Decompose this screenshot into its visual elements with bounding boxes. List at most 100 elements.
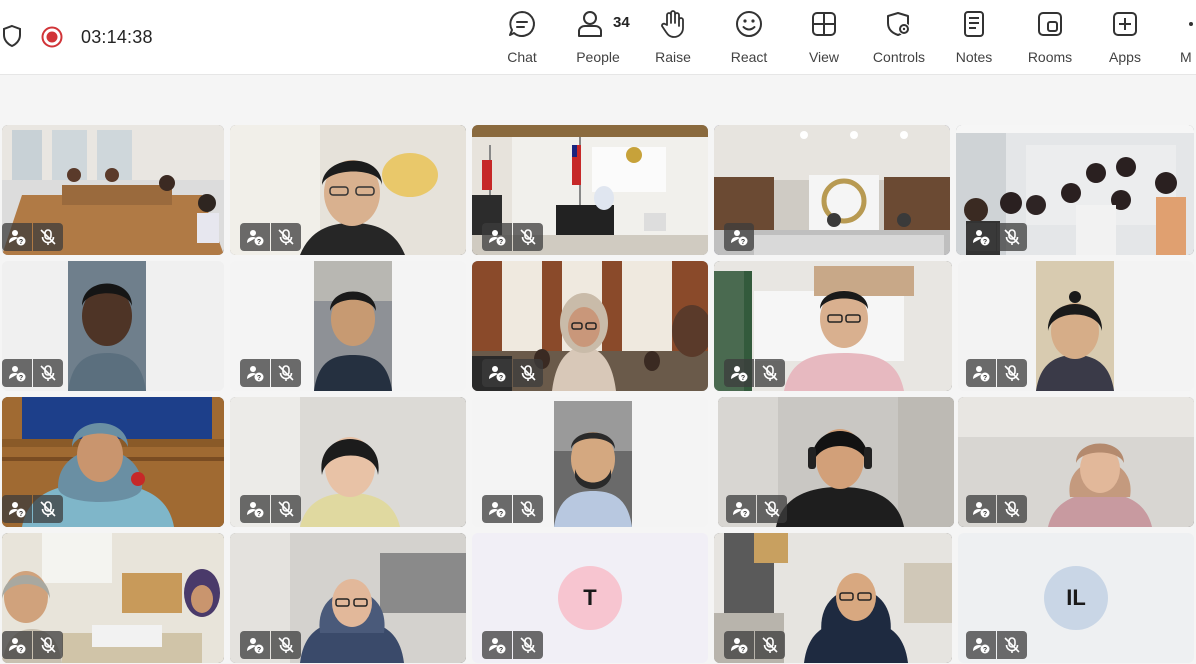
participant-tile[interactable]: ?: [956, 125, 1194, 255]
gear-shield-icon: [883, 8, 915, 40]
svg-text:?: ?: [257, 375, 261, 382]
mic-off-icon: [513, 223, 543, 251]
tile-status-badges: ?: [482, 495, 543, 523]
participant-tile[interactable]: ?: [2, 261, 224, 391]
person-question-icon: ?: [482, 631, 512, 659]
notes-button[interactable]: Notes: [953, 6, 995, 68]
tile-status-badges: ?: [966, 359, 1027, 387]
person-question-icon: ?: [966, 359, 996, 387]
mic-off-icon: [271, 495, 301, 523]
person-question-icon: ?: [724, 631, 754, 659]
people-button[interactable]: 34 People: [572, 6, 630, 68]
participant-tile[interactable]: ?: [714, 261, 952, 391]
mic-off-icon: [997, 631, 1027, 659]
tile-status-badges: ?: [726, 495, 787, 523]
mic-off-icon: [757, 495, 787, 523]
svg-text:?: ?: [741, 375, 745, 382]
tile-status-badges: ?: [966, 495, 1027, 523]
mic-off-icon: [513, 495, 543, 523]
mic-off-icon: [33, 223, 63, 251]
person-question-icon: ?: [240, 359, 270, 387]
shield-icon[interactable]: [2, 24, 22, 48]
apps-label: Apps: [1109, 49, 1141, 65]
tile-status-badges: ?: [240, 631, 301, 659]
rooms-button[interactable]: Rooms: [1026, 6, 1074, 68]
svg-text:?: ?: [19, 647, 23, 654]
participant-tile[interactable]: ?: [2, 125, 224, 255]
tile-status-badges: ?: [482, 359, 543, 387]
participant-tile[interactable]: ?: [472, 397, 708, 527]
participant-tile[interactable]: ?: [2, 397, 224, 527]
person-question-icon: ?: [482, 359, 512, 387]
tile-status-badges: ?: [966, 223, 1027, 251]
tile-status-badges: ?: [240, 495, 301, 523]
tile-status-badges: ?: [240, 359, 301, 387]
svg-text:?: ?: [983, 647, 987, 654]
svg-text:?: ?: [743, 511, 747, 518]
react-label: React: [730, 49, 768, 65]
controls-label: Controls: [872, 49, 926, 65]
raise-hand-button[interactable]: Raise: [652, 6, 694, 68]
apps-button[interactable]: Apps: [1104, 6, 1146, 68]
participant-tile[interactable]: ?: [472, 125, 708, 255]
mic-off-icon: [513, 631, 543, 659]
participant-tile[interactable]: ?: [958, 261, 1194, 391]
svg-text:?: ?: [19, 239, 23, 246]
person-question-icon: ?: [724, 359, 754, 387]
meeting-toolbar: 03:14:38 Chat 34 People Raise React View: [0, 0, 1196, 75]
tile-status-badges: ?: [724, 631, 785, 659]
mic-off-icon: [755, 631, 785, 659]
chat-label: Chat: [507, 49, 537, 65]
record-icon: [41, 26, 63, 48]
participant-tile[interactable]: ?: [472, 261, 708, 391]
svg-text:?: ?: [19, 375, 23, 382]
participant-tile-selected[interactable]: ?: [714, 125, 950, 255]
participant-tile[interactable]: ?: [230, 261, 466, 391]
react-button[interactable]: React: [728, 6, 770, 68]
more-label: M: [1180, 49, 1192, 65]
person-question-icon: ?: [966, 495, 996, 523]
raise-label: Raise: [655, 49, 691, 65]
participant-tile-avatar[interactable]: T ?: [472, 533, 708, 663]
svg-text:?: ?: [499, 647, 503, 654]
participant-tile[interactable]: ?: [2, 533, 224, 663]
tile-status-badges: ?: [240, 223, 301, 251]
participant-tile[interactable]: ?: [230, 533, 466, 663]
svg-text:?: ?: [499, 375, 503, 382]
participant-tile[interactable]: ?: [718, 397, 954, 527]
person-question-icon: ?: [482, 223, 512, 251]
svg-text:?: ?: [499, 239, 503, 246]
notes-icon: [958, 8, 990, 40]
people-count: 34: [613, 14, 630, 31]
chat-button[interactable]: Chat: [500, 6, 544, 68]
mic-off-icon: [997, 223, 1027, 251]
hand-icon: [657, 8, 689, 40]
person-question-icon: ?: [240, 631, 270, 659]
svg-text:?: ?: [983, 239, 987, 246]
controls-button[interactable]: Controls: [868, 6, 930, 68]
view-button[interactable]: View: [803, 6, 845, 68]
svg-text:?: ?: [257, 239, 261, 246]
mic-off-icon: [271, 631, 301, 659]
more-icon: [1180, 8, 1196, 40]
svg-text:?: ?: [983, 375, 987, 382]
avatar: T: [558, 566, 622, 630]
person-question-icon: ?: [2, 223, 32, 251]
svg-text:?: ?: [19, 511, 23, 518]
svg-text:?: ?: [257, 647, 261, 654]
tile-status-badges: ?: [724, 359, 785, 387]
participant-tile[interactable]: ?: [230, 397, 466, 527]
participant-tile[interactable]: ?: [714, 533, 952, 663]
tile-status-badges: ?: [482, 631, 543, 659]
participant-tile[interactable]: ?: [958, 397, 1194, 527]
more-button[interactable]: M: [1180, 6, 1196, 68]
view-label: View: [808, 49, 840, 65]
person-question-icon: ?: [2, 495, 32, 523]
tile-status-badges: ?: [2, 631, 63, 659]
mic-off-icon: [33, 359, 63, 387]
rooms-icon: [1034, 8, 1066, 40]
participant-tile-avatar[interactable]: IL ?: [958, 533, 1194, 663]
participant-tile[interactable]: ?: [230, 125, 466, 255]
tile-status-badges: ?: [966, 631, 1027, 659]
tile-status-badges: ?: [2, 223, 63, 251]
